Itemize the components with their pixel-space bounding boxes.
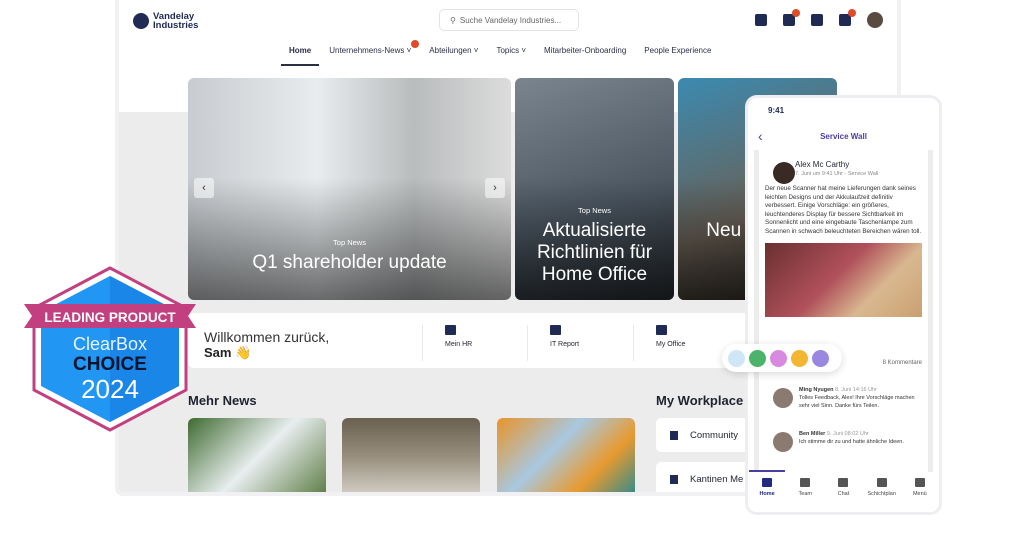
tab-schichtplan[interactable]: Schichtplan <box>864 478 900 512</box>
news-card[interactable] <box>342 418 480 492</box>
contacts-icon[interactable] <box>755 14 767 26</box>
quicklink-mein-hr[interactable]: Mein HR <box>422 325 526 361</box>
bell-icon[interactable] <box>839 9 856 26</box>
comment: Ming Nyugen 8. Juni 14:16 Uhr Tolles Feed… <box>765 386 922 410</box>
prev-arrow-icon[interactable]: ‹ <box>194 178 214 198</box>
chat-icon <box>838 478 849 487</box>
monitor-icon <box>550 325 561 335</box>
main-nav: Home Unternehmens-News ˅ Abteilungen ˅ T… <box>280 40 711 66</box>
hero-slide[interactable]: Top News Q1 shareholder update ‹ › <box>188 78 511 300</box>
section-title: Mehr News <box>188 393 257 408</box>
search-input[interactable]: ⚲ Suche Vandelay Industries... <box>439 9 579 31</box>
chat-icon[interactable] <box>783 9 800 26</box>
apps-grid-icon[interactable] <box>811 14 823 26</box>
news-card[interactable] <box>497 418 635 492</box>
mobile-app: 9:41 ‹ Service Wall Alex Mc Carthy 7. Ju… <box>745 95 942 515</box>
reaction-bar <box>722 344 842 372</box>
user-avatar[interactable] <box>867 12 883 28</box>
menu-icon <box>914 478 925 487</box>
workplace-kantine[interactable]: Kantinen Me <box>656 462 756 492</box>
nav-abteilungen[interactable]: Abteilungen ˅ <box>429 46 478 55</box>
post: Alex Mc Carthy 7. Juni um 9:41 Uhr - Ser… <box>759 150 928 472</box>
hero-slide[interactable]: Top News Aktualisierte Richtlinien für H… <box>515 78 674 300</box>
nav-topics[interactable]: Topics ˅ <box>496 46 526 55</box>
svg-text:2024: 2024 <box>81 374 139 404</box>
team-icon <box>800 478 811 487</box>
nav-home[interactable]: Home <box>280 46 320 66</box>
avatar <box>773 162 795 184</box>
lightbulb-icon[interactable] <box>791 349 808 367</box>
news-card[interactable] <box>188 418 326 492</box>
news-badge <box>411 40 420 48</box>
post-image <box>765 242 922 317</box>
home-icon <box>762 478 773 487</box>
building-icon <box>656 325 667 335</box>
next-arrow-icon[interactable]: › <box>485 178 505 198</box>
thumbs-up-icon[interactable] <box>728 349 745 367</box>
avatar <box>773 388 793 408</box>
svg-text:LEADING PRODUCT: LEADING PRODUCT <box>44 310 176 325</box>
nav-unternehmens-news[interactable]: Unternehmens-News ˅ <box>329 40 420 55</box>
workplace-community[interactable]: Community <box>656 418 756 452</box>
tab-bar: Home Team Chat Schichtplan Menü <box>748 470 939 512</box>
tab-team[interactable]: Team <box>787 478 823 512</box>
welcome-card: Willkommen zurück, Sam 👋 Mein HR IT Repor… <box>188 313 768 368</box>
quicklink-it-report[interactable]: IT Report <box>527 325 631 361</box>
search-icon: ⚲ <box>450 15 456 25</box>
nav-onboarding[interactable]: Mitarbeiter-Onboarding <box>544 46 626 55</box>
insightful-icon[interactable] <box>812 349 829 367</box>
cutlery-icon <box>670 474 678 484</box>
tab-home[interactable]: Home <box>749 470 786 512</box>
globe-logo-icon <box>133 13 149 29</box>
logo[interactable]: Vandelay Industries <box>133 12 213 30</box>
clearbox-award-badge: LEADING PRODUCT ClearBox CHOICE 2024 <box>24 266 196 432</box>
nav-people-experience[interactable]: People Experience <box>644 46 711 55</box>
tab-chat[interactable]: Chat <box>825 478 861 512</box>
svg-text:CHOICE: CHOICE <box>73 354 147 375</box>
celebrate-icon[interactable] <box>749 349 766 367</box>
svg-text:ClearBox: ClearBox <box>73 334 147 354</box>
tab-menu[interactable]: Menü <box>902 478 938 512</box>
avatar <box>773 432 793 452</box>
people-icon <box>445 325 456 335</box>
comment: Ben Miller 9. Juni 08:02 Uhr Ich stimme d… <box>765 430 922 452</box>
community-icon <box>670 430 678 440</box>
section-title: My Workplace <box>656 393 744 408</box>
hourglass-icon <box>876 478 887 487</box>
heart-hand-icon[interactable] <box>770 349 787 367</box>
